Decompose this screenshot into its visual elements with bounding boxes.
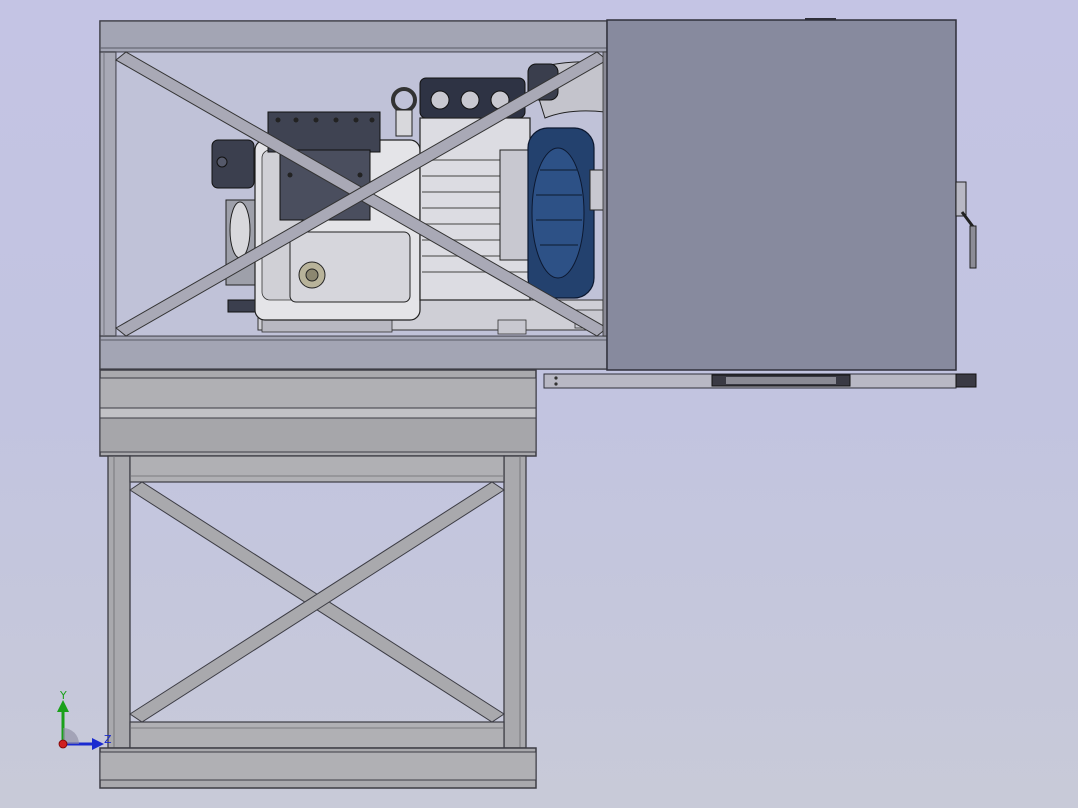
base-right-leg [503, 455, 527, 749]
compressor-enclosure[interactable] [99, 20, 608, 370]
x-axis-dot [58, 739, 68, 749]
slide-rail[interactable] [543, 373, 977, 389]
base-frame[interactable] [99, 369, 537, 789]
z-axis-label: Z [104, 733, 112, 746]
enclosure-top-beam [99, 20, 608, 53]
access-panel[interactable] [606, 18, 977, 371]
enclosure-bottom-beam [99, 335, 608, 370]
base-x-brace [129, 481, 505, 723]
door-latch-handle[interactable] [955, 181, 977, 269]
coordinate-triad: Y Z [57, 689, 112, 750]
cad-viewport[interactable]: Y Z [0, 0, 1078, 808]
y-axis-label: Y [59, 689, 67, 702]
base-left-leg [107, 455, 131, 749]
enclosure-left-post [99, 51, 117, 337]
